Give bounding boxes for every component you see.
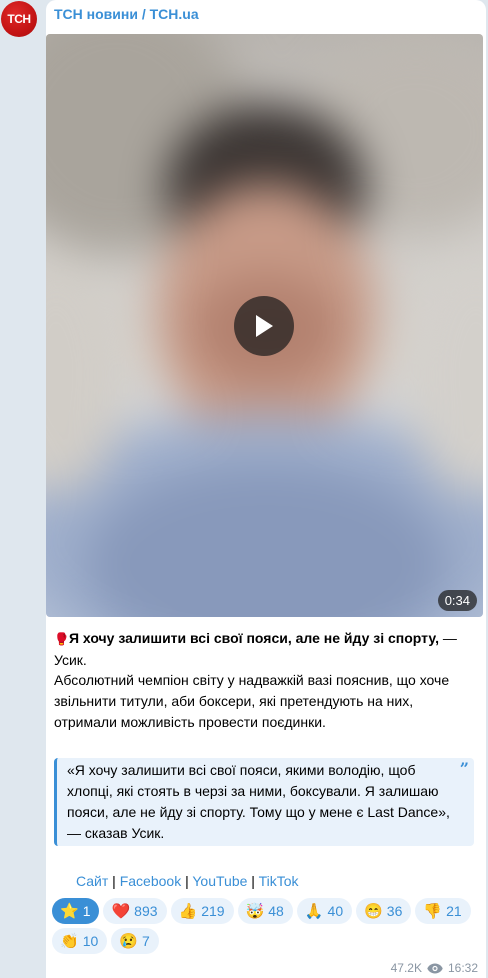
reaction-count: 893 [134, 903, 158, 919]
quote-text: «Я хочу залишити всі свої пояси, якими в… [67, 762, 450, 841]
thumbs-down-icon: 👎 [423, 902, 443, 920]
reaction-count: 36 [386, 903, 403, 919]
channel-name[interactable]: ТСН новини / TCH.ua [54, 6, 199, 22]
link-separator: | [247, 873, 259, 889]
reaction-heart[interactable]: ❤️ 893 [103, 898, 167, 924]
reaction-grin[interactable]: 😁 36 [356, 898, 412, 924]
reaction-count: 219 [201, 903, 225, 919]
reaction-thumbs-down[interactable]: 👎 21 [415, 898, 471, 924]
channel-avatar[interactable]: ТСН [1, 1, 37, 37]
blockquote: ” «Я хочу залишити всі свої пояси, якими… [54, 758, 474, 846]
reaction-count: 48 [268, 903, 284, 919]
eye-icon [427, 963, 443, 973]
reactions-row: ⭐ 1 ❤️ 893 👍 219 🤯 48 🙏 40 😁 36 👎 21 [52, 898, 480, 924]
video-preview[interactable]: 0:34 [46, 34, 483, 617]
mind-blown-icon: 🤯 [245, 902, 265, 920]
reaction-clap[interactable]: 👏 10 [52, 928, 108, 954]
reaction-count: 40 [327, 903, 344, 919]
link-youtube[interactable]: YouTube [192, 873, 247, 889]
play-button[interactable] [234, 296, 294, 356]
reaction-star[interactable]: ⭐ 1 [52, 898, 100, 924]
boxing-glove-icon: 🥊 [54, 632, 69, 646]
link-separator: | [108, 873, 120, 889]
reaction-cry[interactable]: 😢 7 [111, 928, 159, 954]
post-headline: 🥊Я хочу залишити всі свої пояси, але не … [54, 628, 479, 671]
reaction-count: 7 [141, 933, 150, 949]
reaction-pray[interactable]: 🙏 40 [296, 898, 353, 924]
quote-icon: ” [459, 759, 469, 778]
play-icon [256, 315, 273, 337]
link-site[interactable]: Сайт [76, 873, 108, 889]
star-icon: ⭐ [60, 902, 79, 920]
heart-icon: ❤️ [111, 902, 131, 920]
reactions-bar: ⭐ 1 ❤️ 893 👍 219 🤯 48 🙏 40 😁 36 👎 21 👏 10 😢 7 [52, 898, 480, 958]
link-facebook[interactable]: Facebook [120, 873, 181, 889]
reaction-thumbs-up[interactable]: 👍 219 [170, 898, 234, 924]
reaction-mind-blown[interactable]: 🤯 48 [237, 898, 293, 924]
message-bubble: ТСН новини / TCH.ua 0:34 🥊Я хочу залишит… [46, 0, 486, 978]
links-row: Сайт | Facebook | YouTube | TikTok [76, 871, 299, 892]
reaction-count: 21 [446, 903, 462, 919]
thumbs-up-icon: 👍 [178, 902, 198, 920]
reaction-count: 10 [82, 933, 99, 949]
headline-bold: Я хочу залишити всі свої пояси, але не й… [68, 630, 439, 646]
grin-icon: 😁 [364, 902, 383, 920]
reactions-row: 👏 10 😢 7 [52, 928, 480, 954]
clap-icon: 👏 [60, 932, 79, 950]
link-separator: | [181, 873, 193, 889]
post-paragraph: Абсолютний чемпіон світу у надважкій ваз… [54, 672, 450, 730]
reaction-count: 1 [82, 903, 91, 919]
view-count: 47.2K [390, 961, 422, 975]
link-tiktok[interactable]: TikTok [259, 873, 299, 889]
pray-icon: 🙏 [304, 902, 324, 920]
message-footer: 47.2K 16:32 [391, 961, 478, 975]
video-duration: 0:34 [437, 590, 477, 611]
message-time: 16:32 [447, 961, 478, 975]
cry-icon: 😢 [119, 932, 138, 950]
